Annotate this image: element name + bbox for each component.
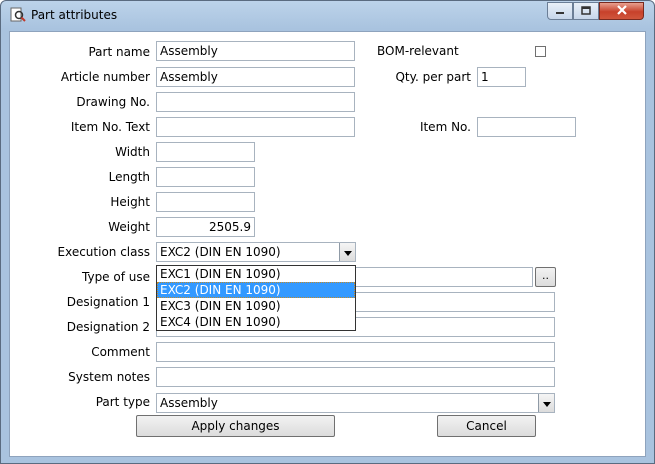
width-label: Width bbox=[115, 145, 150, 159]
dropdown-option[interactable]: EXC3 (DIN EN 1090) bbox=[157, 298, 355, 314]
execution-class-dropdown-button[interactable] bbox=[339, 243, 355, 261]
height-label: Height bbox=[110, 195, 150, 209]
comment-label: Comment bbox=[91, 345, 150, 359]
dialog-body: Part name Article number Drawing No. Ite… bbox=[9, 31, 646, 457]
minimize-icon bbox=[555, 4, 565, 18]
close-button[interactable] bbox=[599, 2, 644, 20]
length-label: Length bbox=[108, 170, 150, 184]
dropdown-option[interactable]: EXC1 (DIN EN 1090) bbox=[157, 266, 355, 282]
type-of-use-browse-button[interactable]: .. bbox=[535, 267, 556, 287]
part-type-label: Part type bbox=[95, 395, 150, 409]
dropdown-option-selected[interactable]: EXC2 (DIN EN 1090) bbox=[157, 282, 355, 298]
system-notes-label: System notes bbox=[68, 370, 150, 384]
qty-per-part-field[interactable]: 1 bbox=[477, 67, 526, 87]
maximize-button[interactable] bbox=[573, 2, 599, 20]
part-name-field[interactable]: Assembly bbox=[156, 41, 355, 61]
execution-class-value: EXC2 (DIN EN 1090) bbox=[160, 245, 281, 259]
drawing-no-field[interactable] bbox=[156, 92, 355, 112]
execution-class-dropdown-list: EXC1 (DIN EN 1090) EXC2 (DIN EN 1090) EX… bbox=[156, 265, 356, 331]
part-type-combo[interactable]: Assembly bbox=[156, 393, 555, 413]
designation-2-label: Designation 2 bbox=[66, 320, 150, 334]
execution-class-label: Execution class bbox=[57, 245, 151, 259]
item-no-text-field[interactable] bbox=[156, 117, 355, 137]
system-notes-field[interactable] bbox=[156, 367, 555, 387]
weight-field[interactable]: 2505.9 bbox=[156, 217, 255, 237]
chevron-down-icon bbox=[542, 394, 551, 412]
comment-field[interactable] bbox=[156, 342, 555, 362]
height-field[interactable] bbox=[156, 192, 255, 212]
width-field[interactable] bbox=[156, 142, 255, 162]
part-type-dropdown-button[interactable] bbox=[538, 394, 554, 412]
dropdown-option[interactable]: EXC4 (DIN EN 1090) bbox=[157, 314, 355, 330]
weight-label: Weight bbox=[108, 220, 150, 234]
window-title: Part attributes bbox=[31, 8, 118, 22]
qty-per-part-label: Qty. per part bbox=[395, 70, 471, 84]
item-no-label: Item No. bbox=[419, 120, 471, 134]
item-no-text-label: Item No. Text bbox=[70, 120, 150, 134]
bom-relevant-checkbox[interactable] bbox=[535, 46, 546, 57]
close-icon bbox=[616, 4, 628, 18]
chevron-down-icon bbox=[343, 243, 352, 261]
article-number-field[interactable]: Assembly bbox=[156, 67, 355, 87]
type-of-use-label: Type of use bbox=[82, 270, 150, 284]
drawing-no-label: Drawing No. bbox=[76, 95, 150, 109]
cancel-button[interactable]: Cancel bbox=[437, 415, 536, 437]
item-no-field[interactable] bbox=[477, 117, 576, 137]
execution-class-combo[interactable]: EXC2 (DIN EN 1090) bbox=[156, 242, 356, 262]
length-field[interactable] bbox=[156, 167, 255, 187]
maximize-icon bbox=[581, 4, 591, 18]
minimize-button[interactable] bbox=[547, 2, 573, 20]
magnifier-document-icon bbox=[10, 7, 26, 23]
part-attributes-window: Part attributes Part name Article number… bbox=[0, 0, 655, 464]
designation-1-label: Designation 1 bbox=[66, 295, 150, 309]
bom-relevant-label: BOM-relevant bbox=[377, 44, 459, 58]
part-name-label: Part name bbox=[88, 45, 150, 59]
article-number-label: Article number bbox=[60, 70, 150, 84]
apply-changes-button[interactable]: Apply changes bbox=[136, 415, 335, 437]
title-bar[interactable]: Part attributes bbox=[1, 1, 654, 30]
part-type-value: Assembly bbox=[160, 396, 218, 410]
